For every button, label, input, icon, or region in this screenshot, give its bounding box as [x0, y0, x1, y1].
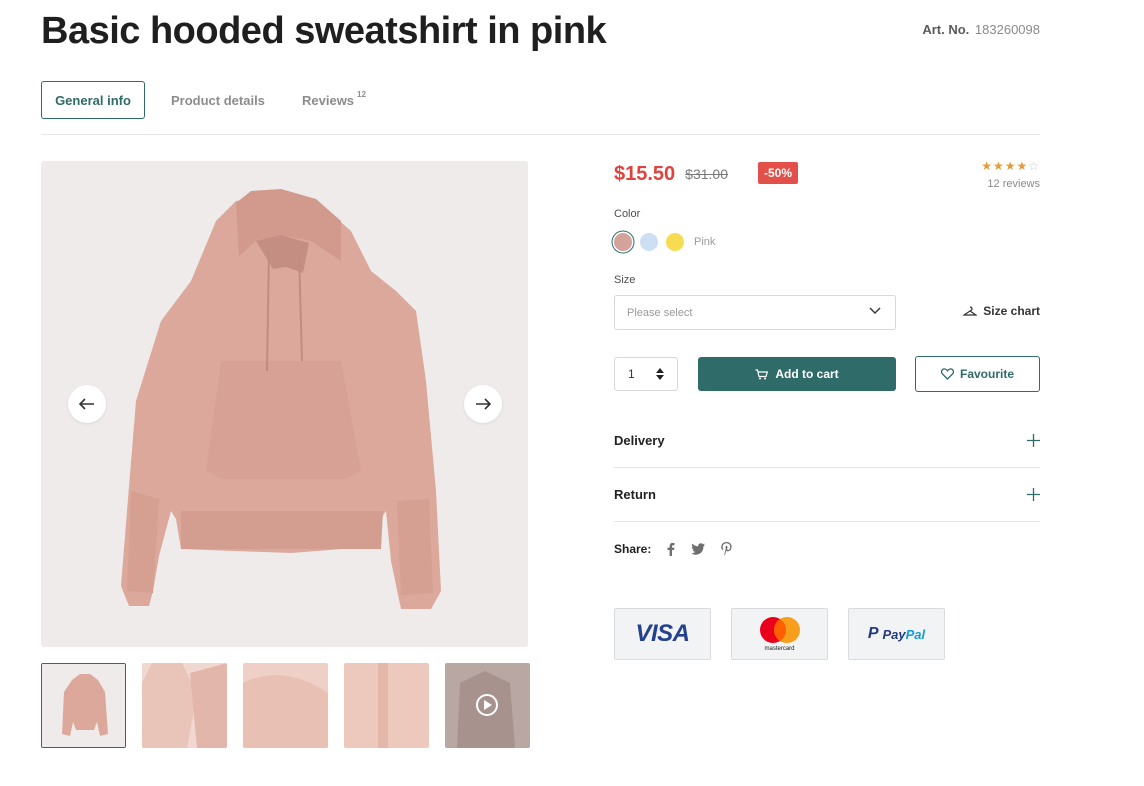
mastercard-text: mastercard — [764, 646, 795, 652]
thumbnail-fabric-detail[interactable] — [344, 663, 429, 748]
tab-general-info-label: General info — [55, 92, 131, 108]
plus-icon — [1027, 434, 1040, 447]
price-row: $15.50 $31.00 -50% — [614, 160, 799, 188]
favourite-button[interactable]: Favourite — [915, 356, 1040, 392]
discount-badge: -50% — [758, 162, 799, 184]
arrow-right-icon — [476, 398, 491, 410]
thumbnail-strip — [41, 663, 530, 749]
add-to-cart-label: Add to cart — [775, 367, 839, 381]
accordion-return-label: Return — [614, 487, 656, 502]
paypal-pay: Pay — [882, 626, 906, 642]
favourite-label: Favourite — [959, 367, 1014, 381]
size-label: Size — [614, 274, 636, 286]
visa-text: VISA — [635, 620, 690, 647]
previous-image-button[interactable] — [68, 385, 106, 423]
article-number: Art. No. 183260098 — [922, 22, 1040, 37]
paypal-logo: P Pay Pal — [848, 608, 945, 660]
color-swatch-yellow[interactable] — [666, 233, 684, 251]
original-price: $31.00 — [685, 166, 728, 182]
page-title: Basic hooded sweatshirt in pink — [41, 10, 607, 52]
accordion-delivery[interactable]: Delivery — [614, 414, 1040, 468]
mastercard-logo: mastercard — [731, 608, 828, 660]
share-label: Share: — [614, 542, 652, 556]
mastercard-icon — [759, 617, 800, 643]
paypal-text: P Pay Pal — [868, 625, 925, 643]
product-rating[interactable]: ★★★★☆ 12 reviews — [981, 159, 1040, 190]
selected-color-name: Pink — [694, 236, 716, 248]
arrow-left-icon — [79, 398, 94, 410]
hanger-icon — [963, 306, 978, 316]
product-image-gallery — [41, 161, 528, 647]
heart-icon — [940, 368, 954, 380]
quantity-value: 1 — [628, 367, 635, 381]
visa-logo: VISA — [614, 608, 711, 660]
add-to-cart-button[interactable]: Add to cart — [698, 357, 896, 391]
thumbnail-video[interactable] — [445, 663, 530, 748]
paypal-pal: Pal — [905, 626, 926, 642]
color-label: Color — [614, 208, 641, 220]
current-price: $15.50 — [614, 162, 676, 185]
thumbnail-hood-detail[interactable] — [142, 663, 227, 748]
tab-product-details-label: Product details — [171, 92, 265, 108]
size-chart-link[interactable]: Size chart — [963, 304, 1040, 318]
color-swatch-pink[interactable] — [614, 233, 632, 251]
tab-reviews-label: Reviews — [302, 92, 355, 108]
thumbnail-neck-detail[interactable] — [243, 663, 328, 748]
pinterest-icon[interactable] — [721, 542, 732, 556]
facebook-icon[interactable] — [667, 542, 675, 556]
plus-icon — [1027, 488, 1040, 501]
share-row: Share: — [614, 539, 732, 559]
stepper-arrows-icon[interactable] — [656, 368, 664, 380]
reviews-count-badge: 12 — [357, 89, 366, 99]
size-chart-label: Size chart — [983, 304, 1040, 318]
paypal-p-icon: P — [867, 625, 879, 642]
tab-bar: General info Product details Reviews 12 — [41, 81, 1040, 135]
quantity-stepper[interactable]: 1 — [614, 357, 678, 391]
color-swatch-blue[interactable] — [640, 233, 658, 251]
tab-general-info[interactable]: General info — [41, 81, 145, 119]
product-image — [41, 161, 528, 647]
thumbnail-front[interactable] — [41, 663, 126, 748]
article-label: Art. No. — [922, 22, 970, 37]
size-select-placeholder: Please select — [627, 306, 693, 319]
article-value: 183260098 — [974, 22, 1040, 37]
tab-product-details[interactable]: Product details — [171, 81, 265, 119]
cart-icon — [755, 368, 769, 379]
color-swatches: Pink — [614, 232, 715, 252]
size-select[interactable]: Please select — [614, 295, 896, 330]
accordion-return[interactable]: Return — [614, 468, 1040, 522]
twitter-icon[interactable] — [691, 543, 706, 555]
accordion-delivery-label: Delivery — [614, 433, 665, 448]
reviews-count: 12 reviews — [987, 178, 1040, 190]
chevron-down-icon — [869, 307, 881, 314]
star-rating-icons: ★★★★☆ — [981, 159, 1040, 173]
tab-reviews[interactable]: Reviews 12 — [302, 81, 366, 119]
next-image-button[interactable] — [464, 385, 502, 423]
